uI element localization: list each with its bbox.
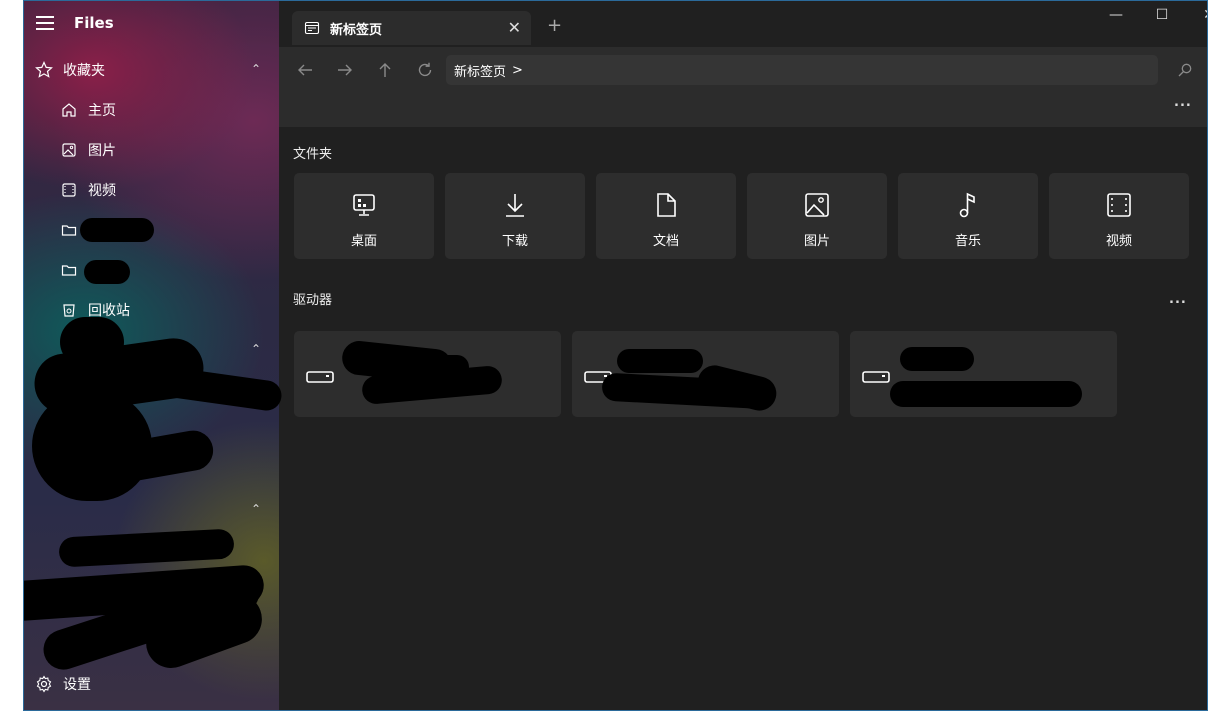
- sidebar-section-favorites[interactable]: 收藏夹 ⌃: [24, 53, 279, 87]
- folder-icon: [60, 261, 78, 279]
- sidebar-item-label: 主页: [88, 103, 116, 119]
- chevron-up-icon[interactable]: ⌃: [251, 62, 261, 76]
- breadcrumb[interactable]: 新标签页: [454, 61, 506, 80]
- folder-label: 桌面: [350, 234, 377, 249]
- download-icon: [501, 191, 529, 219]
- settings-label: 设置: [63, 677, 91, 693]
- files-window: Files 收藏夹 ⌃ 主页 图片 视频 回收站 ⌃ ⌃ 设置 新标签页 ✕ +…: [23, 0, 1208, 711]
- folder-card-pictures[interactable]: 图片: [747, 173, 887, 259]
- new-tab-page-icon: [304, 20, 320, 36]
- gear-icon: [35, 675, 53, 693]
- tab-new-tab[interactable]: 新标签页 ✕: [292, 11, 531, 45]
- app-title: Files: [74, 14, 114, 32]
- folder-card-desktop[interactable]: 桌面: [294, 173, 434, 259]
- minimize-icon[interactable]: —: [1101, 7, 1131, 23]
- desktop-icon: [350, 191, 378, 219]
- folder-card-documents[interactable]: 文档: [596, 173, 736, 259]
- drive-icon: [306, 368, 334, 383]
- address-bar[interactable]: 新标签页 >: [446, 55, 1158, 85]
- redaction-mark: [890, 381, 1082, 407]
- sidebar-item-folder[interactable]: [24, 253, 279, 287]
- sidebar-item-home[interactable]: 主页: [24, 93, 279, 127]
- folder-label: 文档: [652, 234, 679, 249]
- document-icon: [652, 191, 680, 219]
- sidebar-item-settings[interactable]: 设置: [24, 667, 279, 701]
- video-icon: [1105, 191, 1133, 219]
- sidebar-section-label: 收藏夹: [63, 63, 105, 79]
- sidebar: Files 收藏夹 ⌃ 主页 图片 视频 回收站 ⌃ ⌃ 设置: [24, 1, 284, 710]
- drives-section-title: 驱动器: [293, 293, 333, 308]
- sidebar-item-recycle-bin[interactable]: 回收站: [24, 293, 279, 327]
- folder-icon: [60, 221, 78, 239]
- search-icon[interactable]: [1172, 57, 1198, 83]
- chevron-up-icon[interactable]: ⌃: [251, 342, 261, 356]
- tab-strip: 新标签页 ✕ + — ☐ ✕: [279, 1, 1207, 47]
- chevron-up-icon[interactable]: ⌃: [251, 502, 261, 516]
- toolbar: 新标签页 > ...: [279, 47, 1207, 127]
- folder-card-music[interactable]: 音乐: [898, 173, 1038, 259]
- sidebar-item-pictures[interactable]: 图片: [24, 133, 279, 167]
- drive-icon: [862, 368, 890, 383]
- close-tab-icon[interactable]: ✕: [508, 18, 521, 37]
- close-window-icon[interactable]: ✕: [1194, 7, 1207, 23]
- folder-card-videos[interactable]: 视频: [1049, 173, 1189, 259]
- folder-label: 图片: [803, 234, 830, 249]
- drive-card[interactable]: [294, 331, 561, 417]
- image-icon: [60, 141, 78, 159]
- drive-card[interactable]: [572, 331, 839, 417]
- video-icon: [60, 181, 78, 199]
- up-icon[interactable]: [372, 57, 398, 83]
- more-options-icon[interactable]: ...: [1169, 292, 1187, 307]
- hamburger-menu-icon[interactable]: [36, 16, 54, 30]
- sidebar-item-label: 视频: [88, 183, 116, 199]
- tab-label: 新标签页: [330, 22, 383, 38]
- folders-section-title: 文件夹: [293, 147, 333, 162]
- maximize-icon[interactable]: ☐: [1147, 7, 1177, 23]
- folder-label: 视频: [1105, 234, 1132, 249]
- drive-card[interactable]: [850, 331, 1117, 417]
- add-tab-icon[interactable]: +: [547, 15, 562, 36]
- folder-card-downloads[interactable]: 下载: [445, 173, 585, 259]
- back-icon[interactable]: [292, 57, 318, 83]
- image-icon: [803, 191, 831, 219]
- refresh-icon[interactable]: [412, 57, 438, 83]
- star-icon: [35, 61, 53, 79]
- redaction-mark: [84, 260, 130, 284]
- redaction-mark: [900, 347, 974, 371]
- sidebar-item-videos[interactable]: 视频: [24, 173, 279, 207]
- home-icon: [60, 101, 78, 119]
- music-icon: [954, 191, 982, 219]
- more-options-icon[interactable]: ...: [1174, 95, 1192, 110]
- folder-label: 音乐: [954, 234, 981, 249]
- redaction-mark: [80, 218, 154, 242]
- folder-label: 下载: [501, 234, 528, 249]
- app-header: Files: [36, 11, 114, 35]
- redaction-mark: [389, 355, 469, 379]
- redaction-mark: [617, 349, 703, 373]
- sidebar-item-label: 图片: [88, 143, 116, 159]
- forward-icon[interactable]: [332, 57, 358, 83]
- breadcrumb-separator: >: [512, 62, 523, 78]
- redaction-mark: [142, 363, 284, 413]
- recycle-bin-icon: [60, 301, 78, 319]
- redaction-mark: [58, 528, 235, 568]
